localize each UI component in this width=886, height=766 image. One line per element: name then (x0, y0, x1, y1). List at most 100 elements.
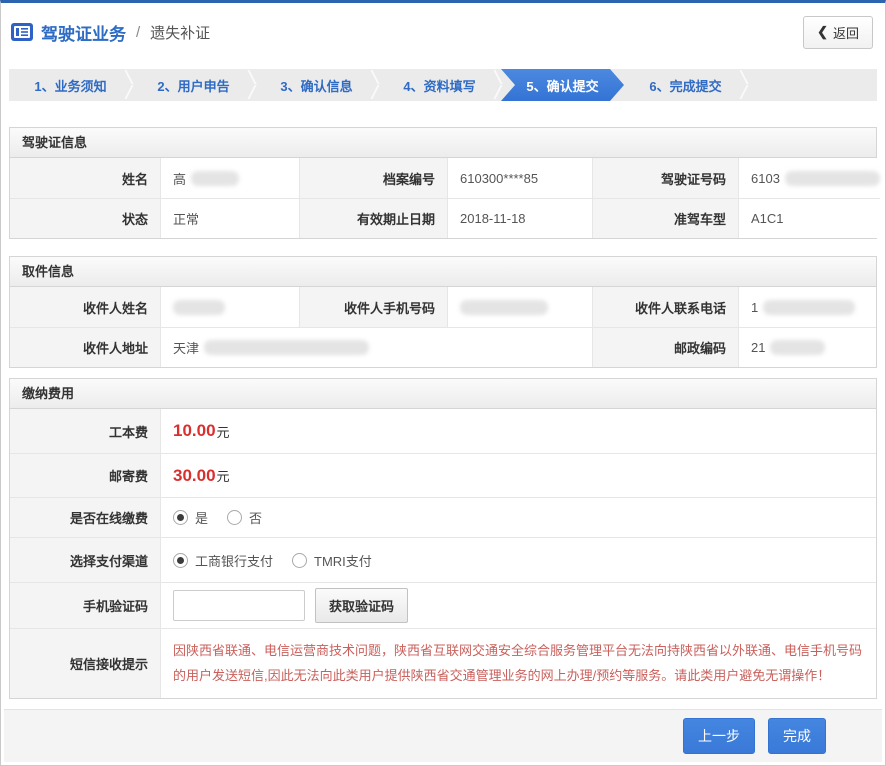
redacted-value (770, 340, 825, 355)
file-number-value: 610300****85 (447, 158, 592, 198)
finish-button[interactable]: 完成 (768, 718, 826, 754)
redacted-value (191, 171, 239, 186)
previous-step-button[interactable]: 上一步 (683, 718, 755, 754)
redacted-value (763, 300, 855, 315)
fee-unit: 元 (217, 466, 230, 485)
postal-code-label: 邮政编码 (592, 327, 738, 367)
step-5-confirm-submit-active[interactable]: 5、确认提交 (501, 69, 624, 101)
radio-channel-tmri[interactable] (292, 553, 307, 568)
radio-online-pay-no[interactable] (227, 510, 242, 525)
recipient-phone-value: 1 (738, 287, 876, 327)
chevron-left-icon: ❮ (817, 24, 828, 40)
fee-unit: 元 (217, 422, 230, 441)
redacted-value (204, 340, 369, 355)
recipient-phone-text: 1 (751, 300, 758, 315)
sms-code-row: 获取验证码 (160, 582, 876, 628)
pickup-info-table: 收件人姓名 收件人手机号码 收件人联系电话 1 收件人地址 天津 邮政编码 21 (10, 287, 876, 367)
step-separator-icon (487, 69, 501, 101)
step-label: 4、资料填写 (403, 76, 475, 95)
step-separator-icon (241, 69, 255, 101)
section-title: 驾驶证信息 (10, 128, 876, 158)
header: 驾驶证业务 / 遗失补证 ❮ 返回 (1, 3, 885, 61)
form-list-icon (11, 23, 33, 41)
postal-code-text: 21 (751, 340, 765, 355)
step-separator-icon (733, 69, 747, 101)
page-title: 驾驶证业务 (41, 20, 126, 45)
pickup-info-section: 取件信息 收件人姓名 收件人手机号码 收件人联系电话 1 收件人地址 天津 邮政… (9, 256, 877, 368)
channel-label: 选择支付渠道 (10, 537, 160, 582)
sms-code-label: 手机验证码 (10, 582, 160, 628)
section-title: 缴纳费用 (10, 379, 876, 409)
redacted-value (785, 171, 880, 186)
expiry-label: 有效期止日期 (299, 198, 447, 238)
postal-code-value: 21 (738, 327, 876, 367)
production-fee-value: 10.00 元 (160, 409, 876, 453)
radio-online-pay-yes-label: 是 (195, 508, 208, 527)
name-label: 姓名 (10, 158, 160, 198)
step-separator-icon (118, 69, 132, 101)
footer-bar: 上一步 完成 (4, 709, 882, 762)
back-button[interactable]: ❮ 返回 (803, 16, 873, 49)
radio-online-pay-no-label: 否 (249, 508, 262, 527)
production-fee-label: 工本费 (10, 409, 160, 453)
license-number-text: 6103 (751, 171, 780, 186)
breadcrumb-current: 遗失补证 (150, 22, 210, 43)
step-label: 3、确认信息 (280, 76, 352, 95)
sms-code-input[interactable] (173, 590, 305, 621)
radio-online-pay-yes[interactable] (173, 510, 188, 525)
sms-notice-text: 因陕西省联通、电信运营商技术问题，陕西省互联网交通安全综合服务管理平台无法向持陕… (161, 629, 876, 698)
name-value-text: 高 (173, 169, 186, 188)
step-separator-icon (364, 69, 378, 101)
step-1-business-notice[interactable]: 1、业务须知 (9, 69, 132, 101)
radio-channel-icbc[interactable] (173, 553, 188, 568)
radio-dot (177, 557, 184, 564)
name-value: 高 (160, 158, 299, 198)
payment-table: 工本费 10.00 元 邮寄费 30.00 元 是否在线缴费 是 否 选择支付渠… (10, 409, 876, 698)
step-label: 6、完成提交 (649, 76, 721, 95)
recipient-phone-label: 收件人联系电话 (592, 287, 738, 327)
status-value: 正常 (160, 198, 299, 238)
radio-channel-icbc-label: 工商银行支付 (195, 551, 273, 570)
recipient-mobile-value (447, 287, 592, 327)
status-label: 状态 (10, 198, 160, 238)
section-title: 取件信息 (10, 257, 876, 287)
step-label: 2、用户申告 (157, 76, 229, 95)
online-pay-options: 是 否 (160, 497, 876, 537)
production-fee-amount: 10.00 (173, 421, 216, 441)
vehicle-class-label: 准驾车型 (592, 198, 738, 238)
recipient-name-value (160, 287, 299, 327)
channel-options: 工商银行支付 TMRI支付 (160, 537, 876, 582)
postage-fee-value: 30.00 元 (160, 453, 876, 497)
recipient-address-label: 收件人地址 (10, 327, 160, 367)
postage-fee-amount: 30.00 (173, 466, 216, 486)
breadcrumb-separator: / (136, 24, 140, 41)
sms-notice-row: 因陕西省联通、电信运营商技术问题，陕西省互联网交通安全综合服务管理平台无法向持陕… (160, 628, 876, 698)
online-pay-label: 是否在线缴费 (10, 497, 160, 537)
recipient-address-text: 天津 (173, 338, 199, 357)
page: 驾驶证业务 / 遗失补证 ❮ 返回 1、业务须知 2、用户申告 3、确认信息 4… (0, 0, 886, 766)
license-number-value: 6103 (738, 158, 880, 198)
postage-fee-label: 邮寄费 (10, 453, 160, 497)
file-number-label: 档案编号 (299, 158, 447, 198)
payment-section: 缴纳费用 工本费 10.00 元 邮寄费 30.00 元 是否在线缴费 是 否 … (9, 378, 877, 699)
step-6-complete-submit[interactable]: 6、完成提交 (624, 69, 747, 101)
license-number-label: 驾驶证号码 (592, 158, 738, 198)
breadcrumb: 驾驶证业务 / 遗失补证 (11, 20, 210, 45)
step-4-fill-data[interactable]: 4、资料填写 (378, 69, 501, 101)
expiry-value: 2018-11-18 (447, 198, 592, 238)
recipient-address-value: 天津 (160, 327, 592, 367)
back-button-label: 返回 (833, 23, 859, 42)
license-info-section: 驾驶证信息 姓名 高 档案编号 610300****85 驾驶证号码 6103 … (9, 127, 877, 239)
steps-bar: 1、业务须知 2、用户申告 3、确认信息 4、资料填写 5、确认提交 6、完成提… (9, 69, 877, 101)
radio-dot (177, 514, 184, 521)
radio-channel-tmri-label: TMRI支付 (314, 551, 372, 570)
step-label: 1、业务须知 (34, 76, 106, 95)
license-info-table: 姓名 高 档案编号 610300****85 驾驶证号码 6103 状态 正常 … (10, 158, 876, 238)
step-label: 5、确认提交 (526, 76, 598, 95)
recipient-name-label: 收件人姓名 (10, 287, 160, 327)
step-2-user-declaration[interactable]: 2、用户申告 (132, 69, 255, 101)
redacted-value (173, 300, 225, 315)
step-3-confirm-info[interactable]: 3、确认信息 (255, 69, 378, 101)
get-code-button[interactable]: 获取验证码 (315, 588, 408, 623)
sms-notice-label: 短信接收提示 (10, 628, 160, 698)
